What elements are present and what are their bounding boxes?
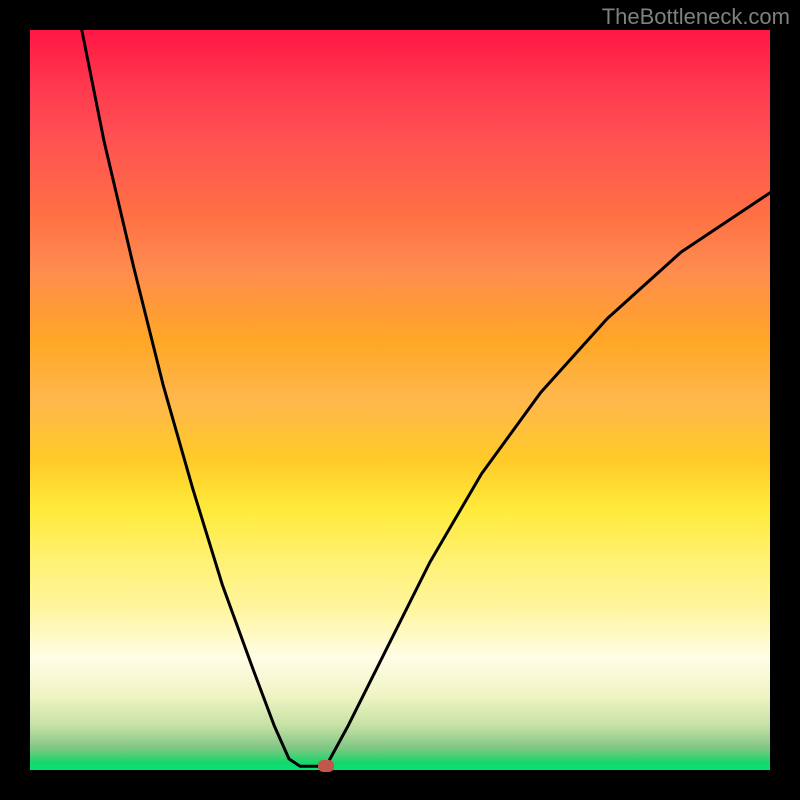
chart-curve <box>30 30 770 770</box>
chart-marker-dot <box>318 760 334 772</box>
watermark-text: TheBottleneck.com <box>602 4 790 30</box>
